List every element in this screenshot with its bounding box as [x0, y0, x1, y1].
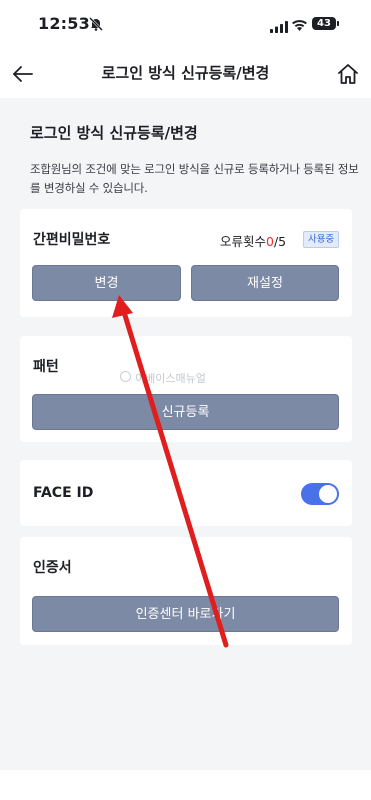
pattern-register-button[interactable]: 신규등록 [32, 394, 339, 430]
pattern-title: 패턴 [33, 359, 59, 375]
page-title: 로그인 방식 신규등록/변경 [101, 64, 270, 82]
bell-off-icon [88, 16, 104, 36]
watermark-text: 이베이스매뉴얼 [135, 372, 206, 385]
section-description: 조합원님의 조건에 맞는 로그인 방식을 신규로 등록하거나 등록된 정보를 변… [30, 162, 359, 195]
face-id-toggle[interactable] [301, 483, 339, 505]
battery-tip [337, 21, 339, 26]
status-badge: 사용중 [303, 231, 340, 248]
wifi-icon [291, 17, 308, 36]
simple-password-card: 간편비밀번호 오류횟수0/5 사용중 변경 재설정 [20, 209, 352, 317]
error-count: 오류횟수0/5 [220, 231, 286, 250]
bottom-area [0, 770, 371, 800]
error-count-max: /5 [273, 234, 287, 249]
certificate-title: 인증서 [33, 560, 72, 576]
app-header: 로그인 방식 신규등록/변경 [0, 48, 371, 98]
home-icon [338, 64, 358, 84]
reset-button[interactable]: 재설정 [191, 265, 339, 301]
certificate-center-button[interactable]: 인증센터 바로가기 [32, 596, 339, 632]
intro-section: 로그인 방식 신규등록/변경 조합원님의 조건에 맞는 로그인 방식을 신규로 … [0, 98, 371, 203]
signal-icon [270, 18, 288, 37]
toggle-knob [319, 485, 337, 503]
simple-password-title: 간편비밀번호 [33, 232, 111, 248]
face-id-card: FACE ID [20, 460, 352, 526]
battery-icon: 43 [312, 17, 336, 30]
error-count-current: 0 [266, 234, 274, 249]
pattern-card: 패턴 신규등록 [20, 336, 352, 442]
change-button[interactable]: 변경 [32, 265, 181, 301]
face-id-title: FACE ID [33, 485, 94, 501]
error-count-label: 오류횟수 [220, 234, 267, 249]
section-title: 로그인 방식 신규등록/변경 [30, 124, 198, 142]
status-bar: 12:53 43 [0, 0, 371, 48]
home-button[interactable] [334, 60, 362, 88]
watermark-logo-icon [120, 371, 131, 382]
certificate-card: 인증서 인증센터 바로가기 [20, 537, 352, 645]
status-time: 12:53 [38, 14, 90, 33]
